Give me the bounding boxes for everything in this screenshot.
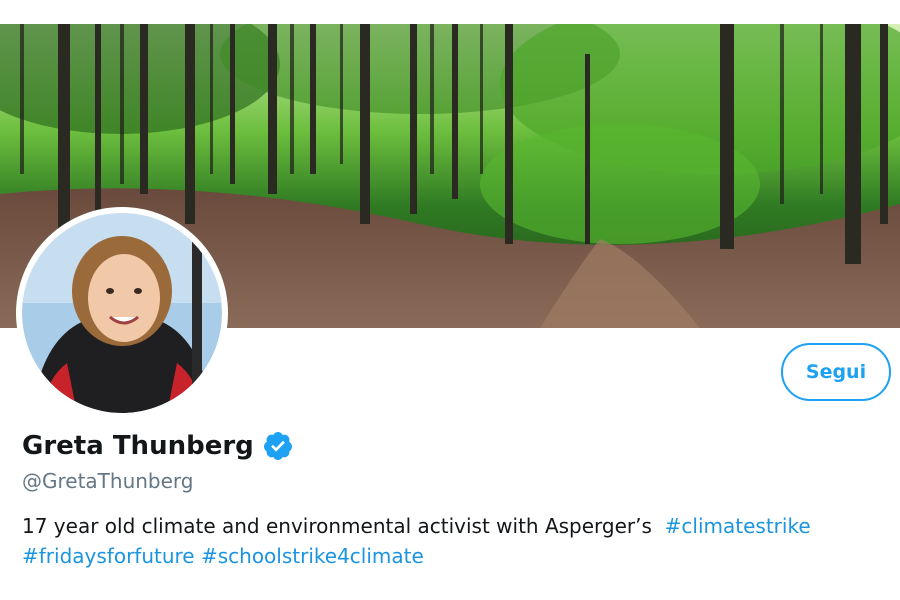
hashtag-link[interactable]: #schoolstrike4climate bbox=[201, 544, 424, 568]
hashtag-link[interactable]: #climatestrike bbox=[665, 514, 811, 538]
hashtag-link[interactable]: #fridaysforfuture bbox=[22, 544, 195, 568]
profile-avatar[interactable] bbox=[16, 207, 228, 419]
profile-handle: @GretaThunberg bbox=[22, 469, 194, 493]
profile-page: Segui Greta Thunberg @GretaThunberg 17 y… bbox=[0, 0, 900, 600]
profile-avatar-image bbox=[22, 213, 222, 413]
follow-button[interactable]: Segui bbox=[781, 343, 891, 401]
verified-badge-icon bbox=[263, 432, 292, 460]
display-name-row: Greta Thunberg bbox=[22, 428, 294, 464]
display-name: Greta Thunberg bbox=[22, 431, 254, 461]
profile-bio: 17 year old climate and environmental ac… bbox=[22, 511, 882, 571]
bio-text: 17 year old climate and environmental ac… bbox=[22, 514, 652, 538]
